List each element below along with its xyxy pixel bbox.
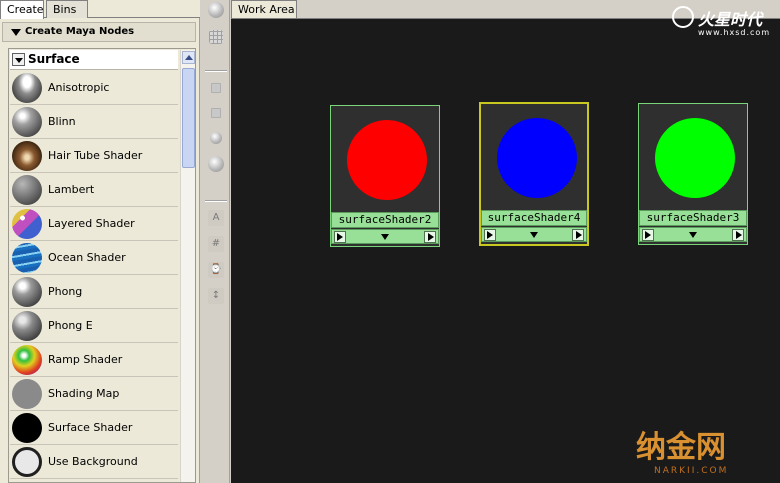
shading-map-icon <box>12 379 42 409</box>
layered-shader-icon <box>12 209 42 239</box>
swatch-frame <box>339 114 429 204</box>
tab-work-area[interactable]: Work Area <box>231 0 297 18</box>
swatch-frame <box>647 112 737 202</box>
narkii-watermark-logo: 纳金网 NARKII.COM <box>636 422 776 480</box>
category-label: Surface <box>28 52 80 66</box>
grid-icon[interactable] <box>209 30 223 44</box>
panel-tabs: Create Bins <box>0 0 200 19</box>
tab-create[interactable]: Create <box>0 0 44 19</box>
node-ports-bar <box>639 227 747 242</box>
small-sphere-icon[interactable] <box>210 132 222 144</box>
phong-icon <box>12 277 42 307</box>
list-item-use-background[interactable]: Use Background <box>10 445 178 479</box>
lambert-icon <box>12 175 42 205</box>
anisotropic-icon <box>12 73 42 103</box>
list-item-anisotropic[interactable]: Anisotropic <box>10 71 178 105</box>
swatch-frame <box>489 112 579 202</box>
small-square-icon[interactable] <box>211 83 221 93</box>
input-port-icon[interactable] <box>642 229 654 241</box>
blinn-icon <box>12 107 42 137</box>
ocean-shader-icon <box>12 243 42 273</box>
swatch-red-sphere <box>347 120 427 200</box>
sort-reverse-icon[interactable]: ↕ <box>208 288 224 304</box>
list-item-hair-tube-shader[interactable]: Hair Tube Shader <box>10 139 178 173</box>
list-item-layered-shader[interactable]: Layered Shader <box>10 207 178 241</box>
expand-attributes-icon[interactable] <box>658 229 728 241</box>
list-item-shading-map[interactable]: Shading Map <box>10 377 178 411</box>
tab-bins[interactable]: Bins <box>46 0 88 18</box>
expand-attributes-icon[interactable] <box>500 229 568 241</box>
scroll-thumb[interactable] <box>182 68 195 168</box>
input-port-icon[interactable] <box>334 231 346 243</box>
output-port-icon[interactable] <box>424 231 436 243</box>
item-label: Anisotropic <box>48 81 110 94</box>
node-list-scrollbar[interactable] <box>180 50 195 482</box>
expand-attributes-icon[interactable] <box>350 231 420 243</box>
category-selector[interactable]: Surface <box>10 50 178 70</box>
sort-type-icon[interactable]: # <box>208 236 224 252</box>
watermark-url: www.hxsd.com <box>698 28 771 37</box>
hair-tube-shader-icon <box>12 141 42 171</box>
collapse-triangle-icon[interactable] <box>11 29 21 36</box>
list-item-surface-shader[interactable]: Surface Shader <box>10 411 178 445</box>
hypershade-toolbar: A # ⌚ ↕ <box>202 0 230 483</box>
item-label: Blinn <box>48 115 76 128</box>
phong-e-icon <box>12 311 42 341</box>
node-list: Surface Anisotropic Blinn Hair Tube Shad… <box>8 48 196 483</box>
sort-alpha-icon[interactable]: A <box>208 210 224 226</box>
watermark-name: 纳金网 <box>636 430 726 465</box>
dropdown-arrow-icon[interactable] <box>12 53 25 66</box>
output-port-icon[interactable] <box>732 229 744 241</box>
shader-node-surfaceShader2[interactable]: surfaceShader2 <box>330 105 440 247</box>
item-label: Surface Shader <box>48 421 133 434</box>
node-name-label[interactable]: surfaceShader3 <box>639 210 747 226</box>
item-label: Lambert <box>48 183 95 196</box>
swatch-blue-sphere <box>497 118 577 198</box>
toolbar-divider <box>205 70 227 72</box>
item-label: Layered Shader <box>48 217 135 230</box>
node-name-label[interactable]: surfaceShader2 <box>331 212 439 228</box>
create-maya-nodes-header[interactable]: Create Maya Nodes <box>2 22 196 42</box>
item-label: Ramp Shader <box>48 353 123 366</box>
section-title: Create Maya Nodes <box>25 26 135 37</box>
node-ports-bar <box>331 229 439 244</box>
output-port-icon[interactable] <box>572 229 584 241</box>
hypershade-window: Create Bins Create Maya Nodes Surface An… <box>0 0 780 483</box>
item-label: Phong <box>48 285 83 298</box>
hxsd-watermark-logo: 火星时代 www.hxsd.com <box>672 6 776 40</box>
list-item-phong[interactable]: Phong <box>10 275 178 309</box>
use-background-icon <box>12 447 42 477</box>
item-label: Hair Tube Shader <box>48 149 143 162</box>
item-label: Use Background <box>48 455 138 468</box>
list-item-ramp-shader[interactable]: Ramp Shader <box>10 343 178 377</box>
shader-node-surfaceShader3[interactable]: surfaceShader3 <box>638 103 748 245</box>
sort-time-icon[interactable]: ⌚ <box>208 262 224 278</box>
node-name-label[interactable]: surfaceShader4 <box>481 210 587 226</box>
large-sphere-icon[interactable] <box>208 156 224 172</box>
sphere-swatch-icon[interactable] <box>208 2 224 18</box>
watermark-url: NARKII.COM <box>654 466 729 476</box>
shader-node-surfaceShader4[interactable]: surfaceShader4 <box>479 102 589 246</box>
create-panel: Create Bins Create Maya Nodes Surface An… <box>0 0 200 483</box>
list-item-blinn[interactable]: Blinn <box>10 105 178 139</box>
hxsd-logo-icon <box>672 6 694 28</box>
work-area-canvas[interactable]: surfaceShader2 surfaceShader4 surfaceSha… <box>231 18 780 483</box>
swatch-green-sphere <box>655 118 735 198</box>
item-label: Ocean Shader <box>48 251 126 264</box>
input-port-icon[interactable] <box>484 229 496 241</box>
medium-square-icon[interactable] <box>211 108 221 118</box>
list-item-phong-e[interactable]: Phong E <box>10 309 178 343</box>
list-item-ocean-shader[interactable]: Ocean Shader <box>10 241 178 275</box>
item-label: Phong E <box>48 319 93 332</box>
toolbar-divider <box>205 200 227 202</box>
watermark-name: 火星时代 <box>698 10 763 29</box>
node-ports-bar <box>481 227 587 242</box>
scroll-up-icon[interactable] <box>182 51 195 64</box>
ramp-shader-icon <box>12 345 42 375</box>
surface-shader-icon <box>12 413 42 443</box>
list-item-lambert[interactable]: Lambert <box>10 173 178 207</box>
item-label: Shading Map <box>48 387 120 400</box>
